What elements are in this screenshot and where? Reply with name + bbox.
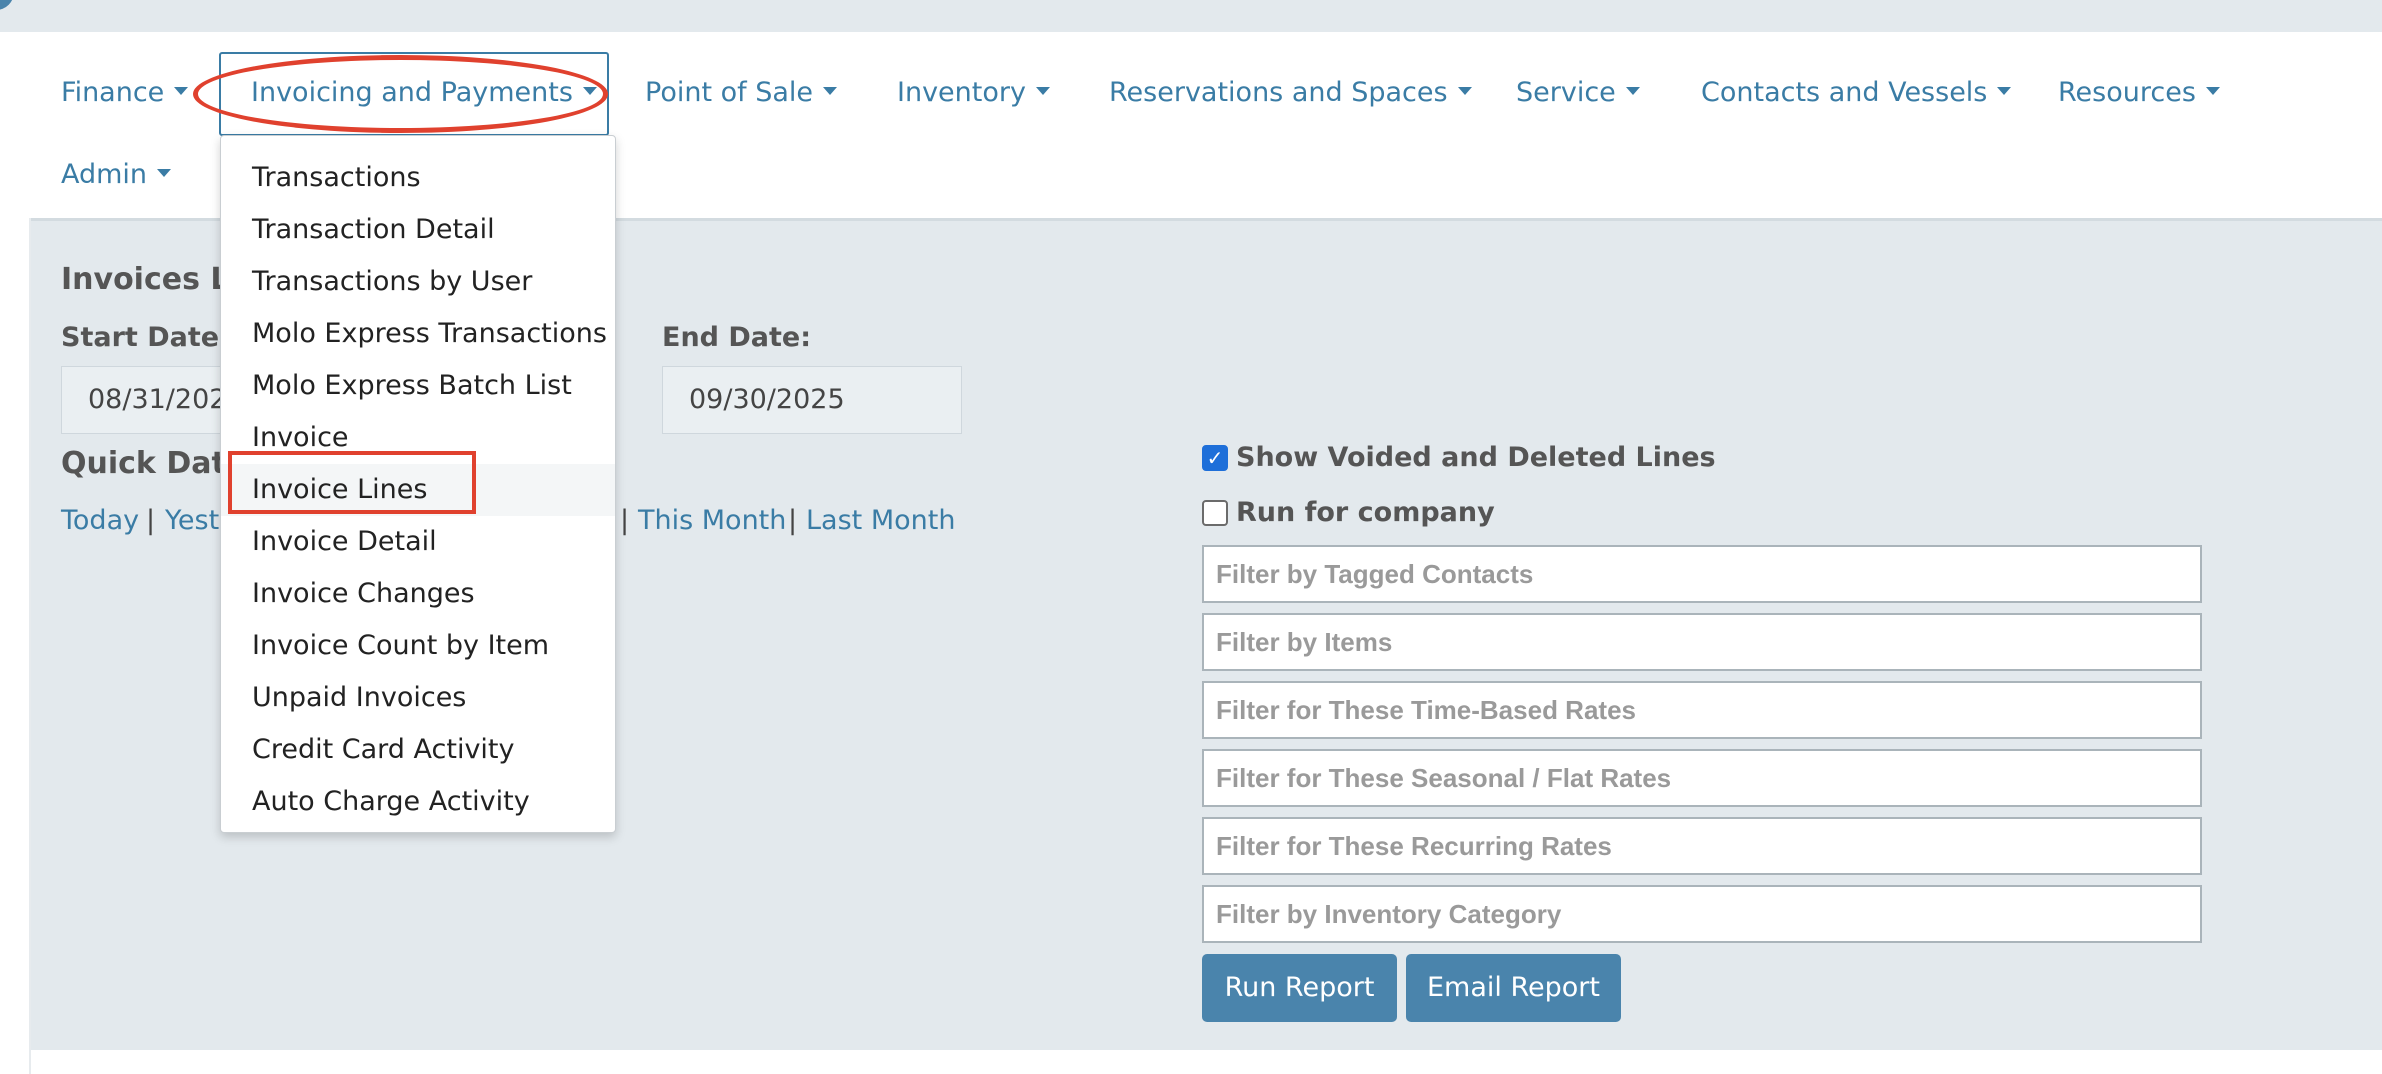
menu-item-unpaid-invoices[interactable]: Unpaid Invoices <box>221 672 615 724</box>
nav-pos-label: Point of Sale <box>645 77 814 108</box>
nav-invoicing-payments[interactable]: Invoicing and Payments <box>251 78 597 108</box>
nav-finance-label: Finance <box>61 77 165 108</box>
menu-item-molo-express-batch-list[interactable]: Molo Express Batch List <box>221 360 615 412</box>
separator: | <box>146 505 156 536</box>
nav-contacts-vessels[interactable]: Contacts and Vessels <box>1701 77 2012 108</box>
menu-item-invoice[interactable]: Invoice <box>221 412 615 464</box>
separator: | <box>788 505 798 536</box>
quick-date-last-month[interactable]: Last Month <box>806 505 955 536</box>
quick-date-this-month[interactable]: This Month <box>638 505 786 536</box>
caret-down-icon <box>2205 86 2220 95</box>
start-date-label: Start Date: <box>61 322 230 353</box>
nav-resources[interactable]: Resources <box>2058 78 2220 108</box>
nav-inventory-label: Inventory <box>897 77 1026 108</box>
seasonal-flat-rates-filter[interactable]: Filter for These Seasonal / Flat Rates <box>1202 749 2202 807</box>
menu-item-credit-card-activity[interactable]: Credit Card Activity <box>221 724 615 776</box>
menu-item-invoice-detail[interactable]: Invoice Detail <box>221 516 615 568</box>
menu-item-invoice-lines[interactable]: Invoice Lines <box>221 464 615 516</box>
nav-service[interactable]: Service <box>1516 78 1640 108</box>
show-voided-label: Show Voided and Deleted Lines <box>1236 442 1716 473</box>
menu-item-transactions[interactable]: Transactions <box>221 152 615 204</box>
caret-down-icon <box>1035 86 1050 95</box>
tagged-contacts-filter[interactable]: Filter by Tagged Contacts <box>1202 545 2202 603</box>
caret-down-icon <box>174 86 189 95</box>
recurring-rates-filter[interactable]: Filter for These Recurring Rates <box>1202 817 2202 875</box>
nav-reservations-spaces[interactable]: Reservations and Spaces <box>1109 78 1472 108</box>
checkmark-icon: ✓ <box>1206 445 1224 470</box>
end-date-input[interactable]: 09/30/2025 <box>662 366 962 434</box>
run-for-company-checkbox[interactable] <box>1202 499 1228 526</box>
menu-item-transactions-by-user[interactable]: Transactions by User <box>221 256 615 308</box>
invoicing-dropdown-menu: Transactions Transaction Detail Transact… <box>220 135 616 833</box>
menu-item-invoice-changes[interactable]: Invoice Changes <box>221 568 615 620</box>
menu-item-auto-charge-activity[interactable]: Auto Charge Activity <box>221 776 615 828</box>
nav-invoicing-label: Invoicing and Payments <box>251 77 573 108</box>
nav-reservations-label: Reservations and Spaces <box>1109 77 1448 108</box>
nav-admin-label: Admin <box>61 159 148 190</box>
caret-down-icon <box>157 168 172 177</box>
caret-down-icon <box>582 86 597 95</box>
email-report-button[interactable]: Email Report <box>1406 954 1621 1022</box>
nav-admin[interactable]: Admin <box>61 159 172 190</box>
time-based-rates-filter[interactable]: Filter for These Time-Based Rates <box>1202 681 2202 739</box>
items-filter[interactable]: Filter by Items <box>1202 613 2202 671</box>
run-for-company-option[interactable]: Run for company <box>1202 497 1495 528</box>
start-date-input[interactable]: 08/31/202 <box>61 366 241 434</box>
quick-dates-label: Quick Date <box>61 446 247 481</box>
caret-down-icon <box>1997 86 2012 95</box>
top-strip <box>0 0 2382 32</box>
separator: | <box>620 505 630 536</box>
caret-down-icon <box>1457 86 1472 95</box>
inventory-category-filter[interactable]: Filter by Inventory Category <box>1202 885 2202 943</box>
show-voided-checkbox[interactable]: ✓ <box>1202 444 1228 471</box>
caret-down-icon <box>1625 86 1640 95</box>
show-voided-option[interactable]: ✓ Show Voided and Deleted Lines <box>1202 442 1716 473</box>
caret-down-icon <box>823 86 838 95</box>
menu-item-transaction-detail[interactable]: Transaction Detail <box>221 204 615 256</box>
run-report-button[interactable]: Run Report <box>1202 954 1397 1022</box>
nav-finance[interactable]: Finance <box>61 77 189 108</box>
run-for-company-label: Run for company <box>1236 497 1495 528</box>
quick-date-yesterday[interactable]: Yest <box>165 505 219 536</box>
nav-contacts-label: Contacts and Vessels <box>1701 77 1988 108</box>
quick-date-today[interactable]: Today <box>61 505 139 536</box>
end-date-label: End Date: <box>662 322 812 353</box>
report-title: Invoices Li <box>61 262 240 297</box>
menu-item-molo-express-transactions[interactable]: Molo Express Transactions <box>221 308 615 360</box>
nav-point-of-sale[interactable]: Point of Sale <box>645 77 838 108</box>
nav-service-label: Service <box>1516 77 1616 108</box>
nav-resources-label: Resources <box>2058 77 2196 108</box>
nav-inventory[interactable]: Inventory <box>897 78 1050 108</box>
menu-item-invoice-count-by-item[interactable]: Invoice Count by Item <box>221 620 615 672</box>
